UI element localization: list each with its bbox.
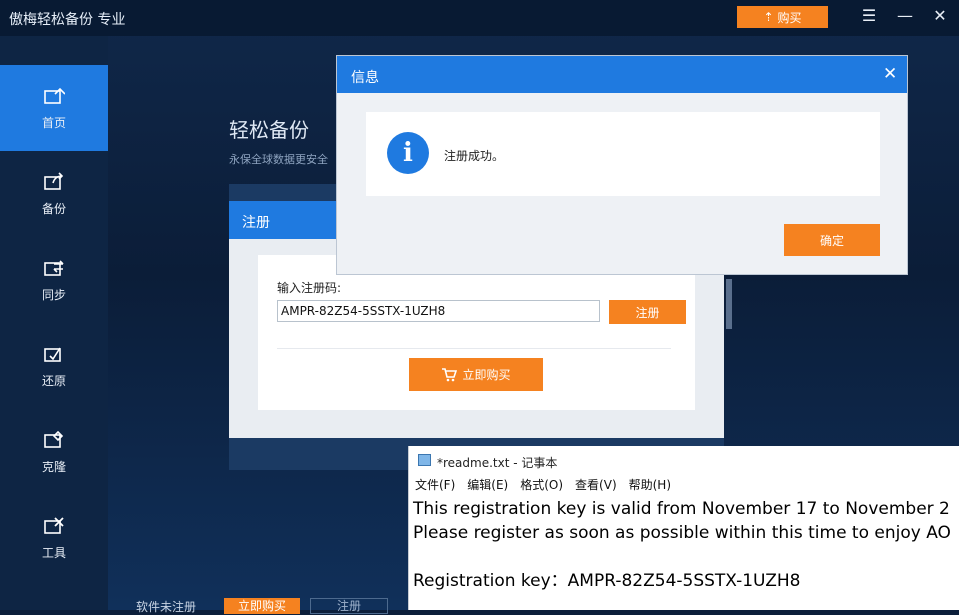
- text-line: Please register as soon as possible with…: [413, 523, 951, 543]
- upload-arrow-icon: ⇡: [763, 10, 774, 24]
- info-icon: i: [387, 132, 429, 174]
- registration-key-label: 输入注册码:: [277, 281, 342, 295]
- status-buy-button[interactable]: 立即购买: [224, 598, 300, 614]
- sidebar-item-label: 首页: [41, 115, 66, 130]
- notepad-window: *readme.txt - 记事本 文件(F) 编辑(E) 格式(O) 查看(V…: [408, 446, 959, 610]
- cart-icon: [442, 367, 458, 381]
- buy-button-label: 购买: [777, 10, 802, 25]
- page-title: 轻松备份: [229, 118, 309, 142]
- tools-icon: [44, 516, 64, 534]
- info-title: 信息: [351, 70, 379, 86]
- notepad-title: *readme.txt - 记事本: [437, 456, 558, 470]
- menu-help[interactable]: 帮助(H): [623, 476, 677, 494]
- info-message: 注册成功。: [444, 149, 505, 163]
- sidebar: 首页 备份 同步 还原 克隆 工具: [0, 36, 108, 610]
- sidebar-item-label: 还原: [41, 373, 66, 388]
- text-line: [413, 545, 951, 569]
- sidebar-item-restore[interactable]: 还原: [0, 323, 108, 409]
- home-icon: [44, 87, 65, 104]
- clone-icon: [44, 430, 64, 448]
- registration-key-input[interactable]: [277, 300, 600, 322]
- title-bar: 傲梅轻松备份 专业 ⇡ 购买 ☰ — ✕: [0, 0, 959, 36]
- status-unregistered: 软件未注册: [136, 600, 197, 614]
- app-title: 傲梅轻松备份 专业: [9, 12, 126, 28]
- sidebar-item-clone[interactable]: 克隆: [0, 409, 108, 495]
- registration-body: 输入注册码: 注册 立即购买: [258, 255, 695, 410]
- scrollbar[interactable]: [726, 279, 732, 329]
- page-subtitle: 永保全球数据更安全: [229, 153, 328, 166]
- divider: [277, 348, 671, 349]
- menu-view[interactable]: 查看(V): [569, 476, 623, 494]
- sidebar-item-label: 备份: [41, 201, 66, 216]
- buy-now-label: 立即购买: [462, 368, 511, 382]
- sidebar-item-backup[interactable]: 备份: [0, 151, 108, 237]
- status-register-button[interactable]: 注册: [310, 598, 388, 614]
- sync-icon: [44, 259, 64, 276]
- notepad-titlebar: *readme.txt - 记事本: [409, 446, 959, 474]
- sidebar-item-sync[interactable]: 同步: [0, 237, 108, 323]
- sidebar-item-label: 克隆: [41, 459, 66, 474]
- info-panel: i 注册成功。: [366, 112, 880, 196]
- buy-now-button[interactable]: 立即购买: [409, 358, 543, 391]
- text-line: This registration key is valid from Nove…: [413, 499, 950, 519]
- info-header: 信息 ✕: [337, 56, 907, 93]
- registration-title: 注册: [242, 215, 270, 231]
- close-icon[interactable]: ✕: [883, 64, 897, 84]
- buy-button-top[interactable]: ⇡ 购买: [737, 6, 828, 28]
- info-dialog: 信息 ✕ i 注册成功。 确定: [336, 55, 908, 275]
- register-button[interactable]: 注册: [609, 300, 686, 324]
- menu-edit[interactable]: 编辑(E): [461, 476, 514, 494]
- ok-button[interactable]: 确定: [784, 224, 880, 256]
- text-line: Registration key：AMPR-82Z54-5SSTX-1UZH8: [413, 571, 801, 591]
- sidebar-item-tools[interactable]: 工具: [0, 495, 108, 581]
- minimize-button[interactable]: —: [894, 6, 916, 25]
- sidebar-item-label: 同步: [41, 287, 66, 302]
- backup-icon: [44, 171, 64, 190]
- restore-icon: [44, 347, 61, 362]
- menu-file[interactable]: 文件(F): [409, 476, 461, 494]
- menu-icon[interactable]: ☰: [858, 6, 880, 25]
- notepad-icon: [418, 454, 431, 466]
- menu-format[interactable]: 格式(O): [514, 476, 569, 494]
- notepad-text-area[interactable]: This registration key is valid from Nove…: [413, 497, 951, 593]
- sidebar-item-label: 工具: [41, 545, 66, 560]
- close-button[interactable]: ✕: [929, 6, 951, 25]
- sidebar-item-home[interactable]: 首页: [0, 65, 108, 151]
- notepad-menu-bar: 文件(F) 编辑(E) 格式(O) 查看(V) 帮助(H): [409, 476, 677, 494]
